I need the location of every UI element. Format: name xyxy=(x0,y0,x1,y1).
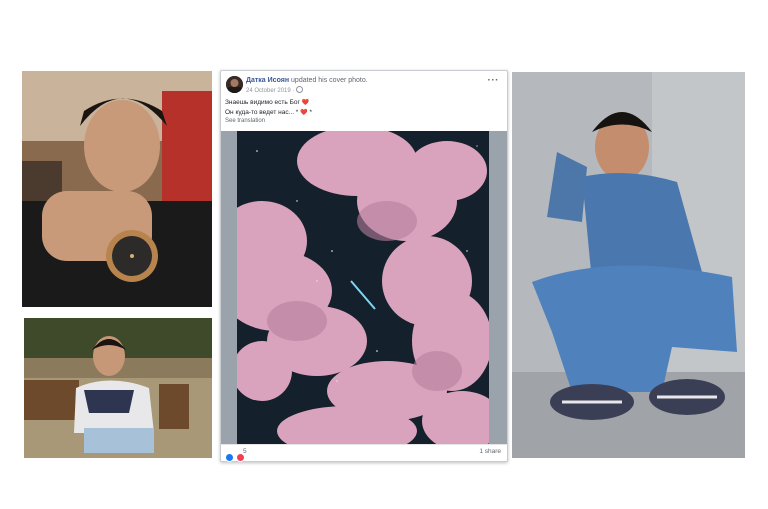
photo-bench-park xyxy=(24,318,212,458)
post-footer: 5 1 share xyxy=(221,444,507,462)
cover-photo-frame xyxy=(221,131,507,444)
post-text-star: * xyxy=(309,109,312,116)
share-count[interactable]: 1 share xyxy=(479,448,501,455)
heart-emoji-icon: ❤️ xyxy=(301,100,310,106)
photo-denim-squat xyxy=(512,72,745,458)
reaction-icons[interactable] xyxy=(225,449,246,462)
post-text-line-2: Он куда-то ведет нас... * xyxy=(225,109,299,116)
reaction-count[interactable]: 5 xyxy=(243,448,247,455)
author-name-link[interactable]: Датка Исоян xyxy=(246,77,289,84)
photo-selfie-watch xyxy=(22,71,212,307)
cover-photo-pink-clouds[interactable] xyxy=(237,131,489,444)
avatar[interactable] xyxy=(226,76,243,93)
post-date[interactable]: 24 October 2019 · xyxy=(246,86,304,94)
globe-icon xyxy=(296,86,304,93)
facebook-post-card: Датка Исоян updated his cover photo. 24 … xyxy=(220,70,508,462)
like-reaction-icon xyxy=(225,453,234,462)
see-translation-link[interactable]: See translation xyxy=(225,118,265,124)
post-date-text: 24 October 2019 · xyxy=(246,88,295,94)
post-headline: Датка Исоян updated his cover photo. xyxy=(246,76,368,85)
more-options-button[interactable]: ··· xyxy=(488,75,500,86)
post-text-line-1: Знаешь видимо есть Бог xyxy=(225,99,300,106)
post-action-text: updated his cover photo. xyxy=(291,77,368,84)
heart-emoji-icon: ❤️ xyxy=(300,110,308,116)
post-text: Знаешь видимо есть Бог ❤️ Он куда-то вед… xyxy=(225,98,312,118)
